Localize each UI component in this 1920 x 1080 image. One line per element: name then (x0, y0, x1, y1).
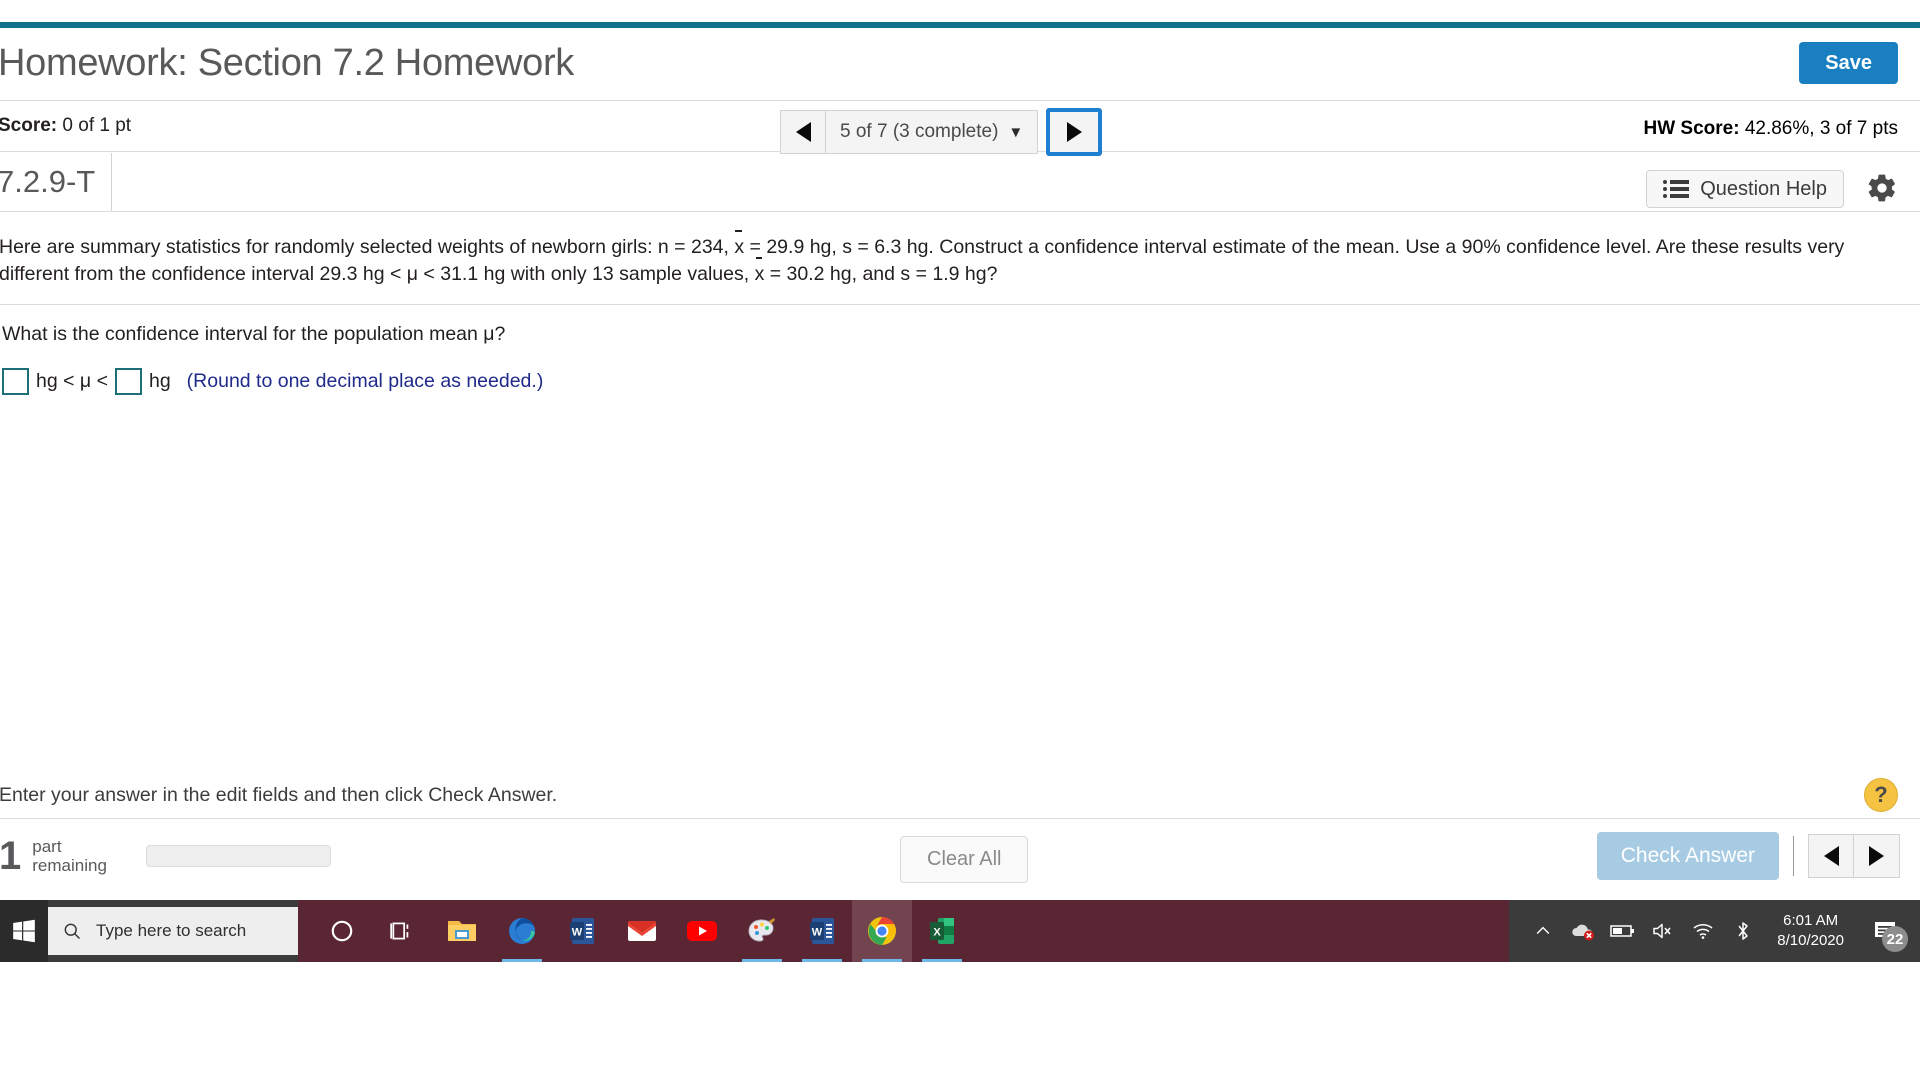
svg-text:W: W (812, 927, 823, 939)
cortana-icon[interactable] (312, 900, 372, 962)
windows-logo-icon (13, 919, 35, 943)
question-navigator: 5 of 7 (3 complete) ▼ (780, 108, 1103, 156)
clear-all-button[interactable]: Clear All (900, 836, 1029, 883)
app-root: Homework: Section 7.2 Homework Save Scor… (0, 0, 1920, 1080)
parts-remaining: 1 part remaining (0, 836, 331, 876)
taskbar-pinned-apps: W W X (298, 900, 1510, 962)
title-bar: Homework: Section 7.2 Homework Save (0, 28, 1920, 98)
search-icon (64, 923, 81, 940)
previous-question-button[interactable] (780, 110, 825, 154)
problem-statement: Here are summary statistics for randomly… (0, 212, 1920, 304)
microsoft-excel-icon[interactable]: X (912, 900, 972, 962)
clock-time: 6:01 AM (1783, 912, 1839, 929)
statement-segment-1: Here are summary statistics for randomly… (0, 236, 735, 258)
search-input[interactable]: Type here to search (48, 907, 298, 955)
question-id: 7.2.9-T (0, 152, 113, 211)
chevron-down-icon: ▼ (1008, 123, 1024, 141)
paint-3d-icon[interactable] (732, 900, 792, 962)
bluetooth-icon[interactable] (1723, 900, 1763, 962)
battery-icon[interactable] (1603, 900, 1643, 962)
system-tray: 6:01 AM 8/10/2020 22 (1509, 900, 1920, 962)
search-placeholder: Type here to search (96, 921, 247, 940)
interval-left-label: hg < μ < (36, 370, 108, 392)
footer-actions: Check Answer (1596, 832, 1900, 880)
problem-body: Here are summary statistics for randomly… (0, 212, 1920, 395)
volume-muted-icon[interactable] (1643, 900, 1683, 962)
question-selector-dropdown[interactable]: 5 of 7 (3 complete) ▼ (825, 110, 1039, 154)
homework-score: HW Score: 42.86%, 3 of 7 pts (1643, 118, 1898, 140)
upper-bound-input[interactable] (114, 368, 142, 395)
svg-text:W: W (572, 927, 583, 939)
triangle-right-icon (1066, 122, 1082, 142)
progress-bar (145, 844, 331, 867)
footer-divider (1793, 836, 1794, 876)
triangle-left-icon (795, 122, 811, 142)
notification-count-badge: 22 (1882, 926, 1908, 952)
gear-icon[interactable] (1866, 172, 1898, 209)
show-hidden-icons-icon[interactable] (1523, 900, 1563, 962)
check-answer-button[interactable]: Check Answer (1596, 832, 1779, 880)
microsoft-word-doc-icon[interactable]: W (792, 900, 852, 962)
instruction-text: Enter your answer in the edit fields and… (0, 783, 558, 806)
parts-remaining-count: 1 (0, 833, 22, 878)
rounding-hint: (Round to one decimal place as needed.) (186, 370, 544, 392)
interval-right-label: hg (148, 370, 171, 392)
parts-remaining-label: part remaining (32, 837, 107, 875)
page-title: Homework: Section 7.2 Homework (0, 41, 574, 84)
score-text: Score: 0 of 1 pt (0, 115, 131, 137)
clock-date: 8/10/2020 (1777, 932, 1844, 949)
instruction-bar: Enter your answer in the edit fields and… (0, 772, 1920, 818)
hw-score-label: HW Score: (1643, 118, 1740, 139)
question-help-button[interactable]: Question Help (1646, 170, 1844, 208)
google-chrome-icon[interactable] (852, 900, 912, 962)
hw-score-value: 42.86%, 3 of 7 pts (1739, 118, 1898, 139)
list-icon (1663, 180, 1690, 198)
start-button[interactable] (0, 900, 48, 962)
lower-bound-input[interactable] (2, 368, 29, 395)
x-bar-symbol-1: x (734, 230, 744, 261)
score-value: 0 of 1 pt (57, 115, 132, 136)
microsoft-word-icon[interactable]: W (552, 900, 612, 962)
question-help-label: Question Help (1700, 177, 1827, 200)
microsoft-edge-icon[interactable] (492, 900, 552, 962)
task-view-icon[interactable] (372, 900, 432, 962)
triangle-right-icon (1869, 846, 1884, 866)
onedrive-error-icon[interactable] (1563, 900, 1603, 962)
parts-label-line2: remaining (32, 855, 107, 875)
taskbar-clock[interactable]: 6:01 AM 8/10/2020 (1763, 911, 1858, 951)
triangle-left-icon (1823, 846, 1839, 866)
statement-segment-3: = 30.2 hg, and s = 1.9 hg? (764, 263, 998, 285)
windows-taskbar: Type here to search W W X 6:01 AM 8/10/2… (0, 900, 1920, 962)
save-button[interactable]: Save (1799, 42, 1898, 84)
parts-label-line1: part (32, 836, 62, 856)
next-question-button[interactable] (1046, 108, 1103, 156)
notification-center-button[interactable]: 22 (1858, 900, 1914, 962)
help-question-mark-icon[interactable]: ? (1864, 778, 1898, 812)
footer-previous-button[interactable] (1808, 834, 1854, 878)
youtube-icon[interactable] (672, 900, 732, 962)
footer-next-button[interactable] (1854, 834, 1900, 878)
question-selector-label: 5 of 7 (3 complete) (840, 121, 999, 142)
answer-entry-row: hg < μ < hg (Round to one decimal place … (0, 346, 1920, 395)
gmail-icon[interactable] (612, 900, 672, 962)
x-bar-symbol-2: x (755, 257, 764, 288)
question-id-bar: 7.2.9-T (0, 152, 1920, 212)
score-label: Score: (0, 115, 58, 136)
file-explorer-icon[interactable] (432, 900, 492, 962)
sub-question-text: What is the confidence interval for the … (2, 323, 506, 345)
svg-text:X: X (933, 927, 941, 939)
wifi-icon[interactable] (1683, 900, 1723, 962)
